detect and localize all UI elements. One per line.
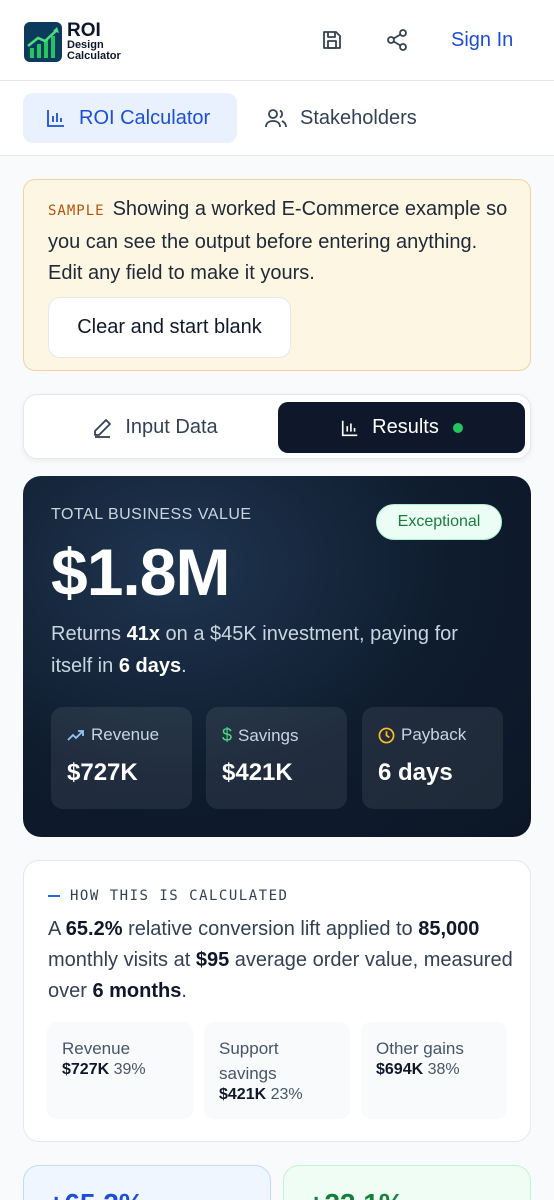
period-value: 6 months [92, 980, 182, 1002]
revenue-stat: Revenue $727K [51, 707, 192, 809]
stat-label: Payback [401, 725, 467, 744]
rating-badge: Exceptional [376, 504, 502, 540]
bar-chart-icon [47, 110, 64, 127]
logo-chart-icon [24, 21, 62, 62]
stat-value: 6 days [378, 759, 453, 786]
trending-up-icon [67, 730, 84, 741]
app-header: ROI Design Calculator Sign In [0, 0, 554, 81]
aov-value: $95 [195, 949, 230, 971]
breakdown-value: $727K 39% [62, 1061, 146, 1079]
roi-multiple: 41x [126, 623, 160, 645]
amount: $421K [219, 1086, 267, 1103]
main-tabs: ROI Calculator Stakeholders [0, 81, 554, 156]
payback-days: 6 days [118, 655, 182, 677]
text: monthly visits at [48, 949, 196, 971]
savings-stat: $ Savings $421K [206, 707, 347, 809]
percent: 23% [270, 1086, 303, 1103]
calculation-explanation: A 65.2% relative conversion lift applied… [48, 914, 514, 1007]
dash-icon [48, 895, 60, 897]
clear-and-start-blank-button[interactable]: Clear and start blank [48, 297, 291, 358]
text: relative conversion lift applied to [122, 918, 419, 940]
summary-text: . [181, 655, 187, 677]
breakdown-other-gains: Other gains $694K 38% [361, 1022, 507, 1119]
logo-title: ROI [67, 20, 101, 41]
clock-icon [378, 727, 395, 743]
conversion-lift-card: +65.2% [23, 1165, 271, 1200]
breakdown-support-savings: Support savings $421K 23% [204, 1022, 350, 1119]
sample-tag: SAMPLE [48, 203, 105, 219]
stat-value: $421K [222, 759, 293, 786]
secondary-metric-value: +22.1% [308, 1188, 404, 1200]
calculation-heading: HOW THIS IS CALCULATED [48, 888, 288, 904]
calculation-card: HOW THIS IS CALCULATED A 65.2% relative … [23, 860, 531, 1142]
amount: $727K [62, 1061, 110, 1078]
percent: 39% [113, 1061, 146, 1078]
text: . [181, 980, 187, 1002]
breakdown-label: Support savings [219, 1039, 279, 1083]
heading-text: HOW THIS IS CALCULATED [70, 888, 289, 904]
stat-label: Revenue [91, 725, 160, 744]
logo-subtitle-2: Calculator [67, 50, 121, 62]
input-data-label: Input Data [125, 416, 218, 438]
breakdown-value: $421K 23% [219, 1086, 303, 1104]
text: A [48, 918, 66, 940]
lift-value: 65.2% [65, 918, 123, 940]
input-data-button[interactable]: Input Data [31, 402, 278, 453]
amount: $694K [376, 1061, 424, 1078]
breakdown-value: $694K 38% [376, 1061, 460, 1079]
stat-value: $727K [67, 759, 138, 786]
value-summary: Returns 41x on a $45K investment, paying… [51, 618, 501, 682]
sample-message-block: SAMPLE Showing a worked E-Commerce exampl… [48, 194, 514, 289]
share-icon[interactable] [385, 28, 409, 52]
results-button[interactable]: Results [278, 402, 525, 453]
bar-chart-icon [342, 420, 358, 436]
tab-label: Stakeholders [300, 106, 417, 129]
pencil-icon [94, 418, 112, 438]
view-switcher: Input Data Results [23, 394, 531, 459]
total-value-label: TOTAL BUSINESS VALUE [51, 506, 252, 523]
total-value-card: TOTAL BUSINESS VALUE Exceptional $1.8M R… [23, 476, 531, 837]
secondary-metric-card: +22.1% [283, 1165, 531, 1200]
summary-text: Returns [51, 623, 127, 645]
sample-message: Showing a worked E-Commerce example so y… [48, 198, 508, 284]
breakdown-label: Revenue [62, 1039, 131, 1058]
breakdown-label: Other gains [376, 1039, 464, 1058]
total-value: $1.8M [51, 535, 230, 609]
users-icon [265, 109, 287, 128]
save-icon[interactable] [320, 28, 344, 52]
breakdown-revenue: Revenue $727K 39% [47, 1022, 193, 1119]
results-label: Results [372, 416, 439, 438]
visits-value: 85,000 [418, 918, 480, 940]
payback-stat: Payback 6 days [362, 707, 503, 809]
percent: 38% [427, 1061, 460, 1078]
dollar-icon: $ [222, 725, 233, 745]
status-dot [452, 422, 463, 433]
tab-roi-calculator[interactable]: ROI Calculator [23, 93, 237, 143]
tab-label: ROI Calculator [79, 106, 211, 129]
sample-banner: SAMPLE Showing a worked E-Commerce exampl… [23, 179, 531, 371]
sign-in-link[interactable]: Sign In [451, 28, 513, 52]
conversion-lift-value: +65.2% [48, 1188, 144, 1200]
tab-stakeholders[interactable]: Stakeholders [264, 93, 444, 143]
logo[interactable]: ROI Design Calculator [24, 21, 121, 62]
stat-label: Savings [238, 725, 299, 745]
